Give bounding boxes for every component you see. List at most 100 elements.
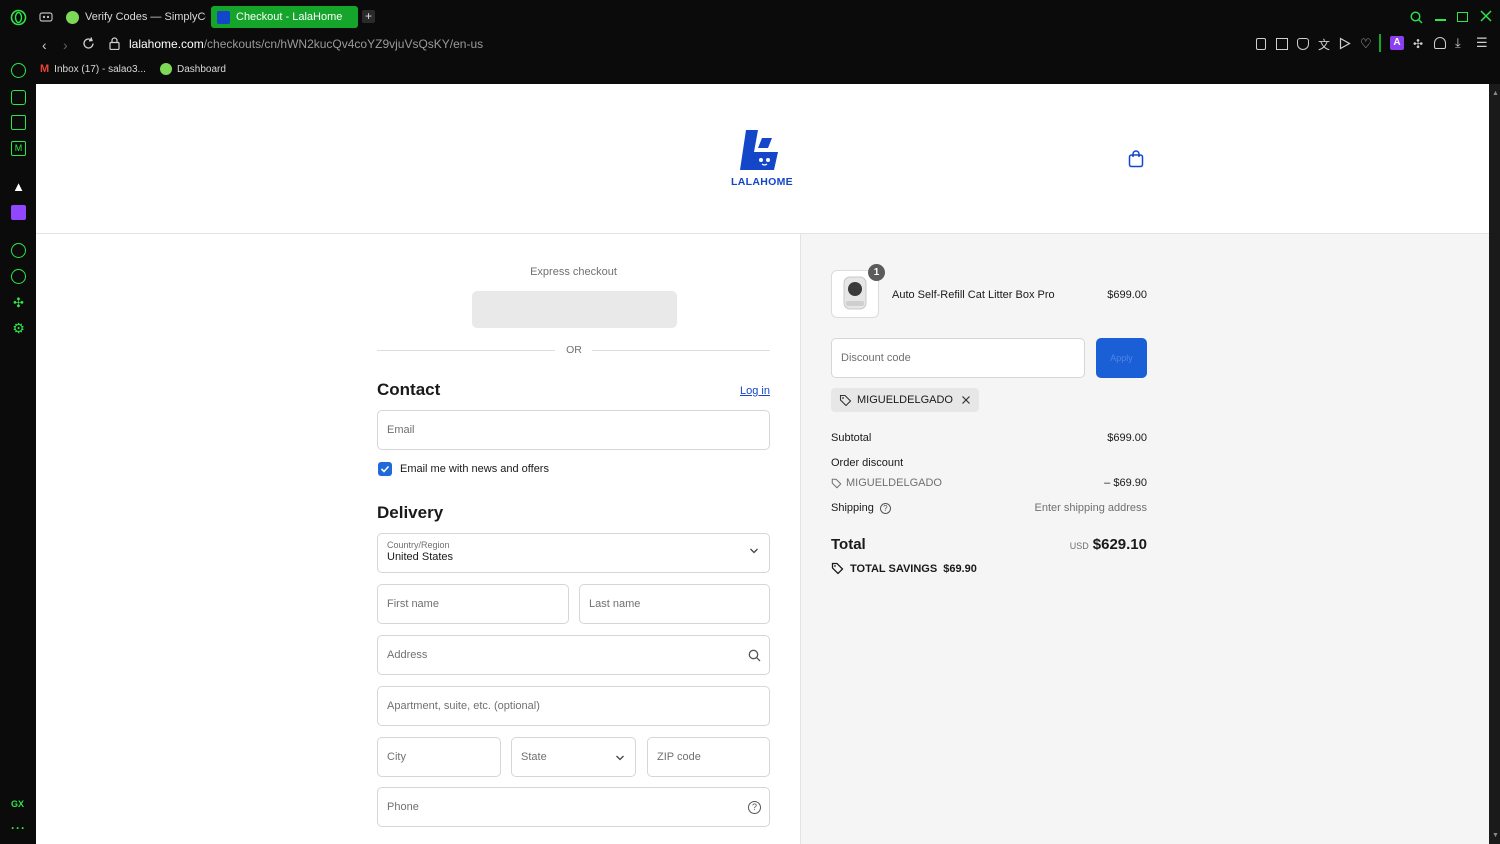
- bookmark-label: Dashboard: [177, 63, 226, 75]
- chevron-down-icon: [749, 547, 759, 555]
- delivery-heading: Delivery: [377, 503, 444, 522]
- extensions-puzzle-icon[interactable]: ✣: [1413, 37, 1423, 51]
- extensions-icon[interactable]: ✣: [11, 295, 26, 310]
- profile-icon[interactable]: [1434, 37, 1446, 49]
- lalahome-logo[interactable]: LALAHOME: [728, 128, 796, 190]
- discount-code-line: MIGUELDELGADO: [831, 477, 942, 489]
- close-window-icon[interactable]: [1480, 10, 1492, 22]
- express-checkout-button[interactable]: [472, 291, 677, 328]
- player-icon[interactable]: [11, 243, 26, 258]
- gx-label[interactable]: GX: [11, 799, 24, 809]
- product-name: Auto Self-Refill Cat Litter Box Pro: [892, 289, 1055, 301]
- shipping-help-icon[interactable]: ?: [879, 502, 891, 514]
- order-discount-label: Order discount: [831, 457, 904, 469]
- help-question-icon[interactable]: ?: [748, 801, 761, 814]
- subtotal-label: Subtotal: [831, 432, 872, 444]
- zip-placeholder: ZIP code: [657, 751, 701, 763]
- minimize-icon[interactable]: [1435, 19, 1446, 21]
- first-name-field[interactable]: First name: [377, 584, 569, 624]
- bookmark-dashboard[interactable]: Dashboard: [160, 63, 226, 75]
- discount-code-field[interactable]: Discount code: [831, 338, 1085, 378]
- country-label: Country/Region: [387, 540, 450, 550]
- extension-a-icon[interactable]: A: [1390, 36, 1404, 50]
- tab-snooze-icon[interactable]: [39, 11, 53, 23]
- download-icon[interactable]: ⤓: [1455, 35, 1461, 51]
- aria-icon[interactable]: ▲: [11, 179, 26, 194]
- total-savings: TOTAL SAVINGS $69.90: [831, 562, 977, 575]
- login-link[interactable]: Log in: [740, 385, 770, 397]
- first-name-placeholder: First name: [387, 598, 439, 610]
- address-field[interactable]: Address: [377, 635, 770, 675]
- toolbar-divider: [1379, 34, 1381, 52]
- checkout-form: Express checkout OR Contact Log in Email…: [377, 234, 770, 844]
- city-field[interactable]: City: [377, 737, 501, 777]
- savings-label: TOTAL SAVINGS: [850, 562, 938, 575]
- settings-gear-icon[interactable]: ⚙: [11, 321, 26, 336]
- email-field[interactable]: Email: [377, 410, 770, 450]
- checkout-page: LALAHOME Express checkout OR Contact Log…: [36, 84, 1489, 844]
- applied-discount-chip: MIGUELDELGADO: [831, 388, 979, 412]
- applied-code: MIGUELDELGADO: [857, 394, 953, 406]
- city-placeholder: City: [387, 751, 406, 763]
- lalahome-favicon-icon: [217, 10, 230, 24]
- discount-placeholder: Discount code: [841, 352, 911, 364]
- tag-icon: [839, 394, 852, 406]
- gx-corner-icon[interactable]: [11, 90, 26, 105]
- heart-icon[interactable]: ♡: [1360, 36, 1372, 52]
- twitch-icon[interactable]: [11, 205, 26, 220]
- discount-value: – $69.90: [1104, 477, 1147, 489]
- back-icon[interactable]: ‹: [42, 38, 47, 52]
- logo-wordmark: LALAHOME: [731, 176, 793, 188]
- lalahome-logo-mark-icon: [740, 130, 778, 170]
- phone-field[interactable]: Phone ?: [377, 787, 770, 827]
- shipping-value: Enter shipping address: [1034, 502, 1147, 514]
- restore-icon[interactable]: [1457, 12, 1468, 22]
- new-tab-plus-icon[interactable]: +: [362, 10, 375, 23]
- search-icon: [748, 649, 761, 662]
- reload-icon[interactable]: [82, 37, 95, 50]
- gx-control-icon[interactable]: [11, 115, 26, 130]
- snapshot-icon[interactable]: [1276, 38, 1288, 50]
- newsletter-checkbox[interactable]: [378, 462, 392, 476]
- or-label: OR: [566, 344, 582, 356]
- phone-placeholder: Phone: [387, 801, 419, 813]
- scroll-up-arrow-icon[interactable]: ▲: [1492, 90, 1499, 97]
- opera-logo-icon[interactable]: [10, 9, 27, 26]
- tab-checkout[interactable]: Checkout - LalaHome: [211, 6, 358, 28]
- adblock-shield-icon[interactable]: [1297, 38, 1309, 50]
- easy-setup-menu-icon[interactable]: ☰: [1476, 35, 1488, 51]
- remove-code-x-icon[interactable]: [961, 395, 971, 405]
- forward-icon[interactable]: ›: [63, 38, 68, 52]
- last-name-field[interactable]: Last name: [579, 584, 770, 624]
- apply-button[interactable]: Apply: [1096, 338, 1147, 378]
- zip-field[interactable]: ZIP code: [647, 737, 770, 777]
- shipping-label: Shipping: [831, 502, 874, 514]
- flow-icon[interactable]: [11, 63, 26, 78]
- lock-icon[interactable]: [109, 37, 120, 50]
- shield-check-icon: [66, 10, 79, 24]
- shipping-row-label: Shipping ?: [831, 502, 891, 514]
- history-clock-icon[interactable]: [11, 269, 26, 284]
- checkmark-icon: [380, 465, 390, 473]
- tab-verify-codes[interactable]: Verify Codes — SimplyCo: [60, 6, 206, 28]
- more-dots-icon[interactable]: ···: [11, 821, 26, 835]
- total-value: $629.10: [1092, 536, 1147, 553]
- page-scrollbar[interactable]: ▲ ▼: [1489, 84, 1500, 844]
- gmail-icon: M: [40, 63, 50, 75]
- savings-tag-icon: [831, 562, 844, 575]
- country-select[interactable]: Country/Region United States: [377, 533, 770, 573]
- bookmark-icon[interactable]: [1256, 38, 1266, 50]
- apartment-field[interactable]: Apartment, suite, etc. (optional): [377, 686, 770, 726]
- bookmark-inbox[interactable]: M Inbox (17) - salao3...: [40, 63, 146, 75]
- messenger-m-icon[interactable]: M: [11, 141, 26, 156]
- search-tabs-icon[interactable]: [1410, 11, 1423, 24]
- state-select[interactable]: State: [511, 737, 636, 777]
- last-name-placeholder: Last name: [589, 598, 641, 610]
- shopping-bag-icon[interactable]: [1128, 150, 1144, 168]
- translate-icon[interactable]: 文: [1318, 36, 1330, 53]
- play-icon[interactable]: [1339, 37, 1351, 50]
- email-placeholder: Email: [387, 424, 415, 436]
- url-text[interactable]: lalahome.com/checkouts/cn/hWN2kucQv4coYZ…: [129, 37, 483, 51]
- scroll-down-arrow-icon[interactable]: ▼: [1492, 832, 1499, 839]
- total-label: Total: [831, 536, 866, 553]
